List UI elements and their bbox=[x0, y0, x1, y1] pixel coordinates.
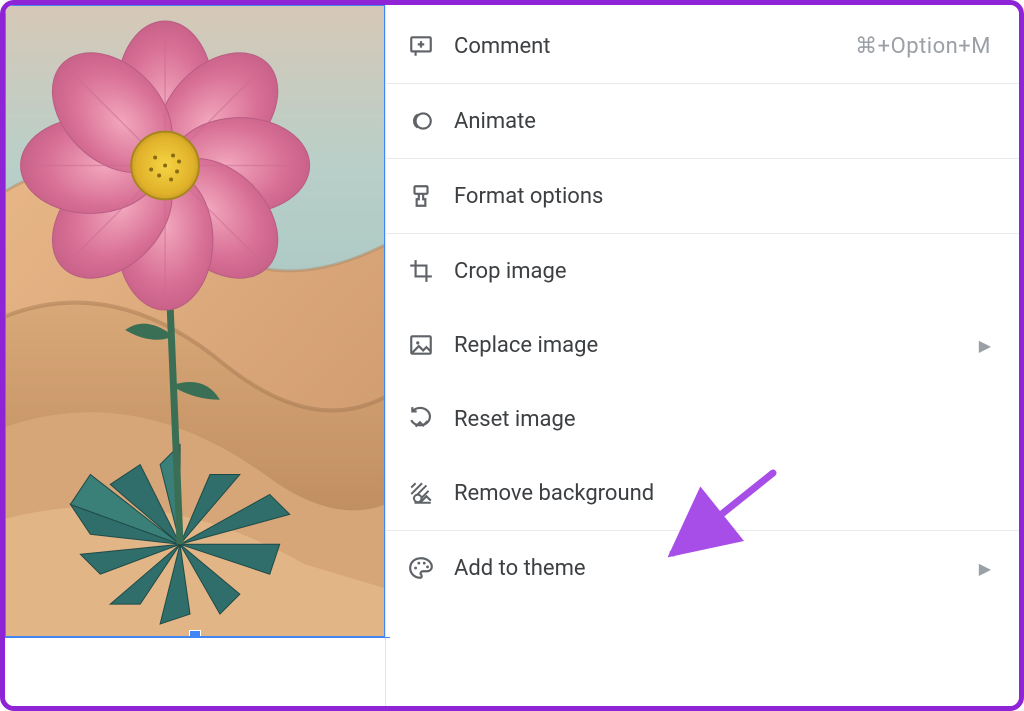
selection-handle-bottom[interactable] bbox=[189, 630, 201, 637]
menu-comment-label: Comment bbox=[454, 34, 855, 59]
menu-remove-background-label: Remove background bbox=[454, 481, 991, 506]
format-options-icon bbox=[408, 183, 434, 209]
menu-crop-image-label: Crop image bbox=[454, 259, 991, 284]
menu-comment[interactable]: Comment ⌘+Option+M bbox=[386, 9, 1019, 83]
menu-add-to-theme-label: Add to theme bbox=[454, 556, 967, 581]
menu-crop-image[interactable]: Crop image bbox=[386, 234, 1019, 308]
app-frame: Comment ⌘+Option+M Animate Format option bbox=[0, 0, 1024, 711]
context-menu: Comment ⌘+Option+M Animate Format option bbox=[385, 5, 1019, 706]
selection-edge bbox=[0, 637, 390, 638]
reset-image-icon bbox=[408, 406, 434, 432]
menu-reset-image-label: Reset image bbox=[454, 407, 991, 432]
selected-image[interactable] bbox=[5, 5, 385, 637]
menu-remove-background[interactable]: Remove background bbox=[386, 456, 1019, 530]
palette-icon bbox=[408, 555, 434, 581]
animate-icon bbox=[408, 108, 434, 134]
menu-reset-image[interactable]: Reset image bbox=[386, 382, 1019, 456]
menu-add-to-theme[interactable]: Add to theme ▶ bbox=[386, 531, 1019, 605]
comment-icon bbox=[408, 33, 434, 59]
slide-canvas bbox=[5, 5, 385, 706]
submenu-arrow-icon: ▶ bbox=[979, 336, 991, 355]
menu-replace-image[interactable]: Replace image ▶ bbox=[386, 308, 1019, 382]
image-illustration bbox=[6, 6, 384, 636]
menu-format-options-label: Format options bbox=[454, 184, 991, 209]
menu-animate-label: Animate bbox=[454, 109, 991, 134]
menu-animate[interactable]: Animate bbox=[386, 84, 1019, 158]
replace-image-icon bbox=[408, 332, 434, 358]
remove-background-icon bbox=[408, 480, 434, 506]
menu-format-options[interactable]: Format options bbox=[386, 159, 1019, 233]
menu-comment-shortcut: ⌘+Option+M bbox=[855, 34, 991, 59]
crop-icon bbox=[408, 258, 434, 284]
menu-replace-image-label: Replace image bbox=[454, 333, 967, 358]
submenu-arrow-icon: ▶ bbox=[979, 559, 991, 578]
